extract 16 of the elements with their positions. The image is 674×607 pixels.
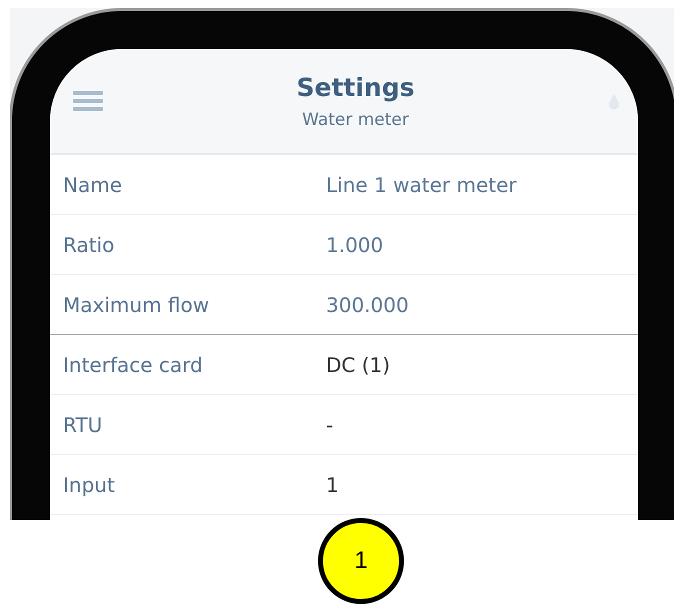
setting-value: 1 [326,472,339,496]
setting-label: Interface card [62,352,204,376]
setting-label: RTU [62,412,104,436]
page-subtitle: Water meter [302,110,409,130]
setting-value: - [326,412,334,436]
setting-value[interactable]: 1.000 [326,232,384,256]
setting-value: DC (1) [326,352,390,376]
setting-label: Maximum flow [62,292,210,316]
setting-label: Input [62,472,116,496]
setting-label: Ratio [62,232,116,256]
callout-marker: 1 [318,518,404,604]
setting-label: Name [62,172,124,196]
menu-icon[interactable] [73,90,103,112]
page-title: Settings [296,72,414,102]
setting-value[interactable]: Line 1 water meter [326,172,517,196]
setting-value[interactable]: 300.000 [326,292,409,316]
